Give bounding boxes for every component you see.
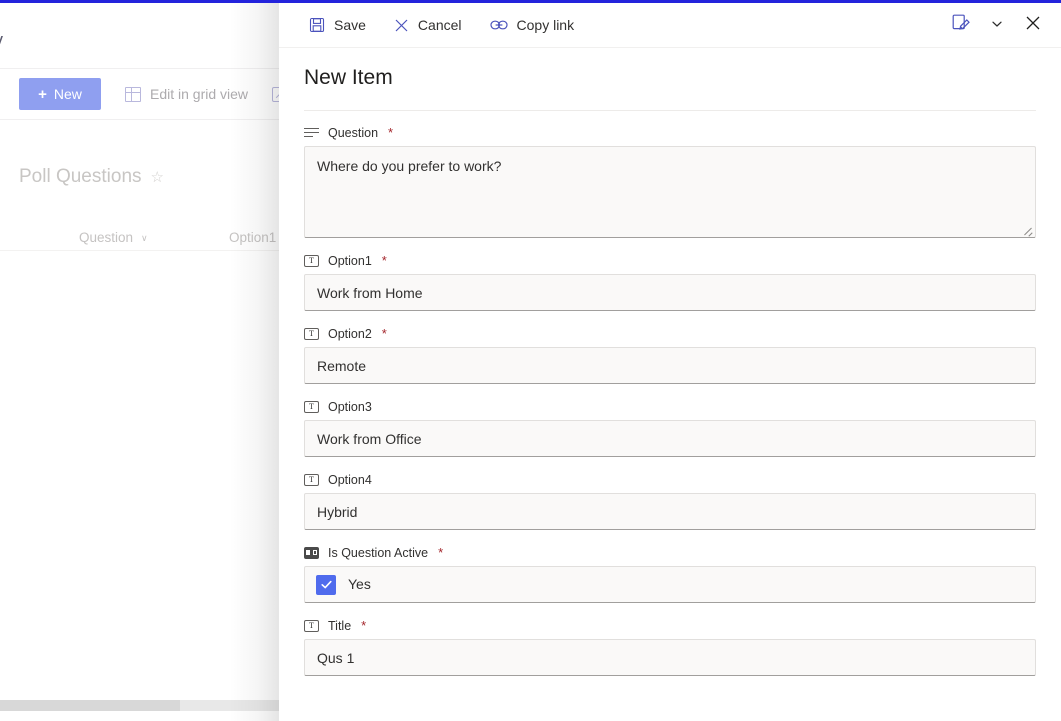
multiline-text-icon [304, 127, 319, 138]
field-title: T Title * [304, 617, 1036, 676]
field-question-input-wrap: Where do you prefer to work? [304, 146, 1036, 238]
close-x-icon [394, 18, 409, 33]
favorite-star-icon[interactable]: ☆ [151, 168, 164, 186]
field-option1: T Option1 * [304, 252, 1036, 311]
new-item-panel: Save Cancel Copy link New Item Question … [279, 3, 1061, 721]
is-question-active-value: Yes [348, 576, 371, 592]
single-line-text-icon: T [304, 400, 319, 413]
new-item-button[interactable]: + New [19, 78, 101, 110]
column-header-question-label: Question [79, 229, 134, 245]
column-header-option1[interactable]: Option1 [229, 230, 276, 245]
field-is-question-active: Is Question Active * Yes [304, 544, 1036, 603]
single-line-text-icon: T [304, 327, 319, 340]
field-question-label: Question [328, 125, 379, 140]
plus-icon: + [38, 85, 47, 103]
copy-link-button[interactable]: Copy link [489, 17, 575, 33]
yes-no-icon [304, 546, 319, 559]
field-option3: T Option3 [304, 398, 1036, 457]
edit-form-icon [951, 13, 971, 38]
is-question-active-checkbox[interactable] [316, 574, 336, 595]
close-panel-button[interactable] [1017, 10, 1049, 42]
save-icon [309, 17, 325, 33]
field-option4-label-row: T Option4 [304, 471, 1036, 488]
field-option4-label: Option4 [328, 472, 372, 487]
link-icon [489, 18, 508, 32]
more-options-chevron-button[interactable] [981, 10, 1013, 42]
is-question-active-field[interactable]: Yes [304, 566, 1036, 603]
field-option3-label-row: T Option3 [304, 398, 1036, 415]
horizontal-scrollbar[interactable] [0, 700, 280, 711]
form-fields: Question * Where do you prefer to work? … [279, 111, 1061, 676]
grid-icon [125, 86, 141, 102]
field-title-label-row: T Title * [304, 617, 1036, 634]
required-asterisk: * [388, 125, 394, 140]
field-option1-label: Option1 [328, 253, 372, 268]
new-item-button-label: New [53, 86, 82, 102]
option4-input[interactable] [304, 493, 1036, 530]
field-is-question-active-label: Is Question Active [328, 545, 429, 560]
list-title: Poll Questions [19, 166, 142, 187]
chevron-down-icon [991, 17, 1003, 35]
required-asterisk: * [438, 545, 444, 560]
save-button-label: Save [334, 17, 366, 33]
copy-link-button-label: Copy link [516, 17, 575, 33]
required-asterisk: * [381, 326, 387, 341]
panel-toolbar-right-group [945, 3, 1049, 48]
suite-header-text-clipped: v [0, 30, 3, 51]
horizontal-scrollbar-thumb[interactable] [0, 700, 180, 711]
suite-header-bar: v [0, 3, 290, 69]
close-icon [1025, 15, 1041, 36]
title-input[interactable] [304, 639, 1036, 676]
chevron-down-icon: ∨ [141, 232, 148, 243]
field-is-question-active-label-row: Is Question Active * [304, 544, 1036, 561]
option1-input[interactable] [304, 274, 1036, 311]
list-title-row: Poll Questions ☆ [19, 166, 164, 188]
single-line-text-icon: T [304, 619, 319, 632]
field-option1-label-row: T Option1 * [304, 252, 1036, 269]
field-option3-label: Option3 [328, 399, 372, 414]
background-list-page: v + New Edit in grid view Poll Questions… [0, 3, 290, 721]
field-question-label-row: Question * [304, 124, 1036, 141]
cancel-button[interactable]: Cancel [394, 17, 462, 33]
edit-form-button[interactable] [945, 10, 977, 42]
panel-body: New Item Question * Where do you prefer … [279, 48, 1061, 721]
edit-in-grid-view-button[interactable]: Edit in grid view [125, 86, 248, 102]
cancel-button-label: Cancel [417, 17, 462, 33]
option3-input[interactable] [304, 420, 1036, 457]
question-textarea[interactable]: Where do you prefer to work? [304, 146, 1036, 238]
field-option2-label: Option2 [328, 326, 372, 341]
field-title-label: Title [328, 618, 352, 633]
required-asterisk: * [381, 253, 387, 268]
field-option4: T Option4 [304, 471, 1036, 530]
field-question: Question * Where do you prefer to work? [304, 124, 1036, 238]
column-header-question[interactable]: Question ∨ [79, 230, 148, 245]
single-line-text-icon: T [304, 254, 319, 267]
list-command-bar: + New Edit in grid view [0, 69, 290, 120]
save-button[interactable]: Save [309, 17, 366, 33]
screen-root: v + New Edit in grid view Poll Questions… [0, 0, 1061, 721]
single-line-text-icon: T [304, 473, 319, 486]
edit-in-grid-view-label: Edit in grid view [150, 86, 249, 102]
field-option2-label-row: T Option2 * [304, 325, 1036, 342]
option2-input[interactable] [304, 347, 1036, 384]
list-column-headers: Question ∨ Option1 [0, 224, 290, 251]
field-option2: T Option2 * [304, 325, 1036, 384]
panel-toolbar: Save Cancel Copy link [279, 3, 1061, 48]
page-title: New Item [304, 66, 393, 89]
required-asterisk: * [361, 618, 367, 633]
